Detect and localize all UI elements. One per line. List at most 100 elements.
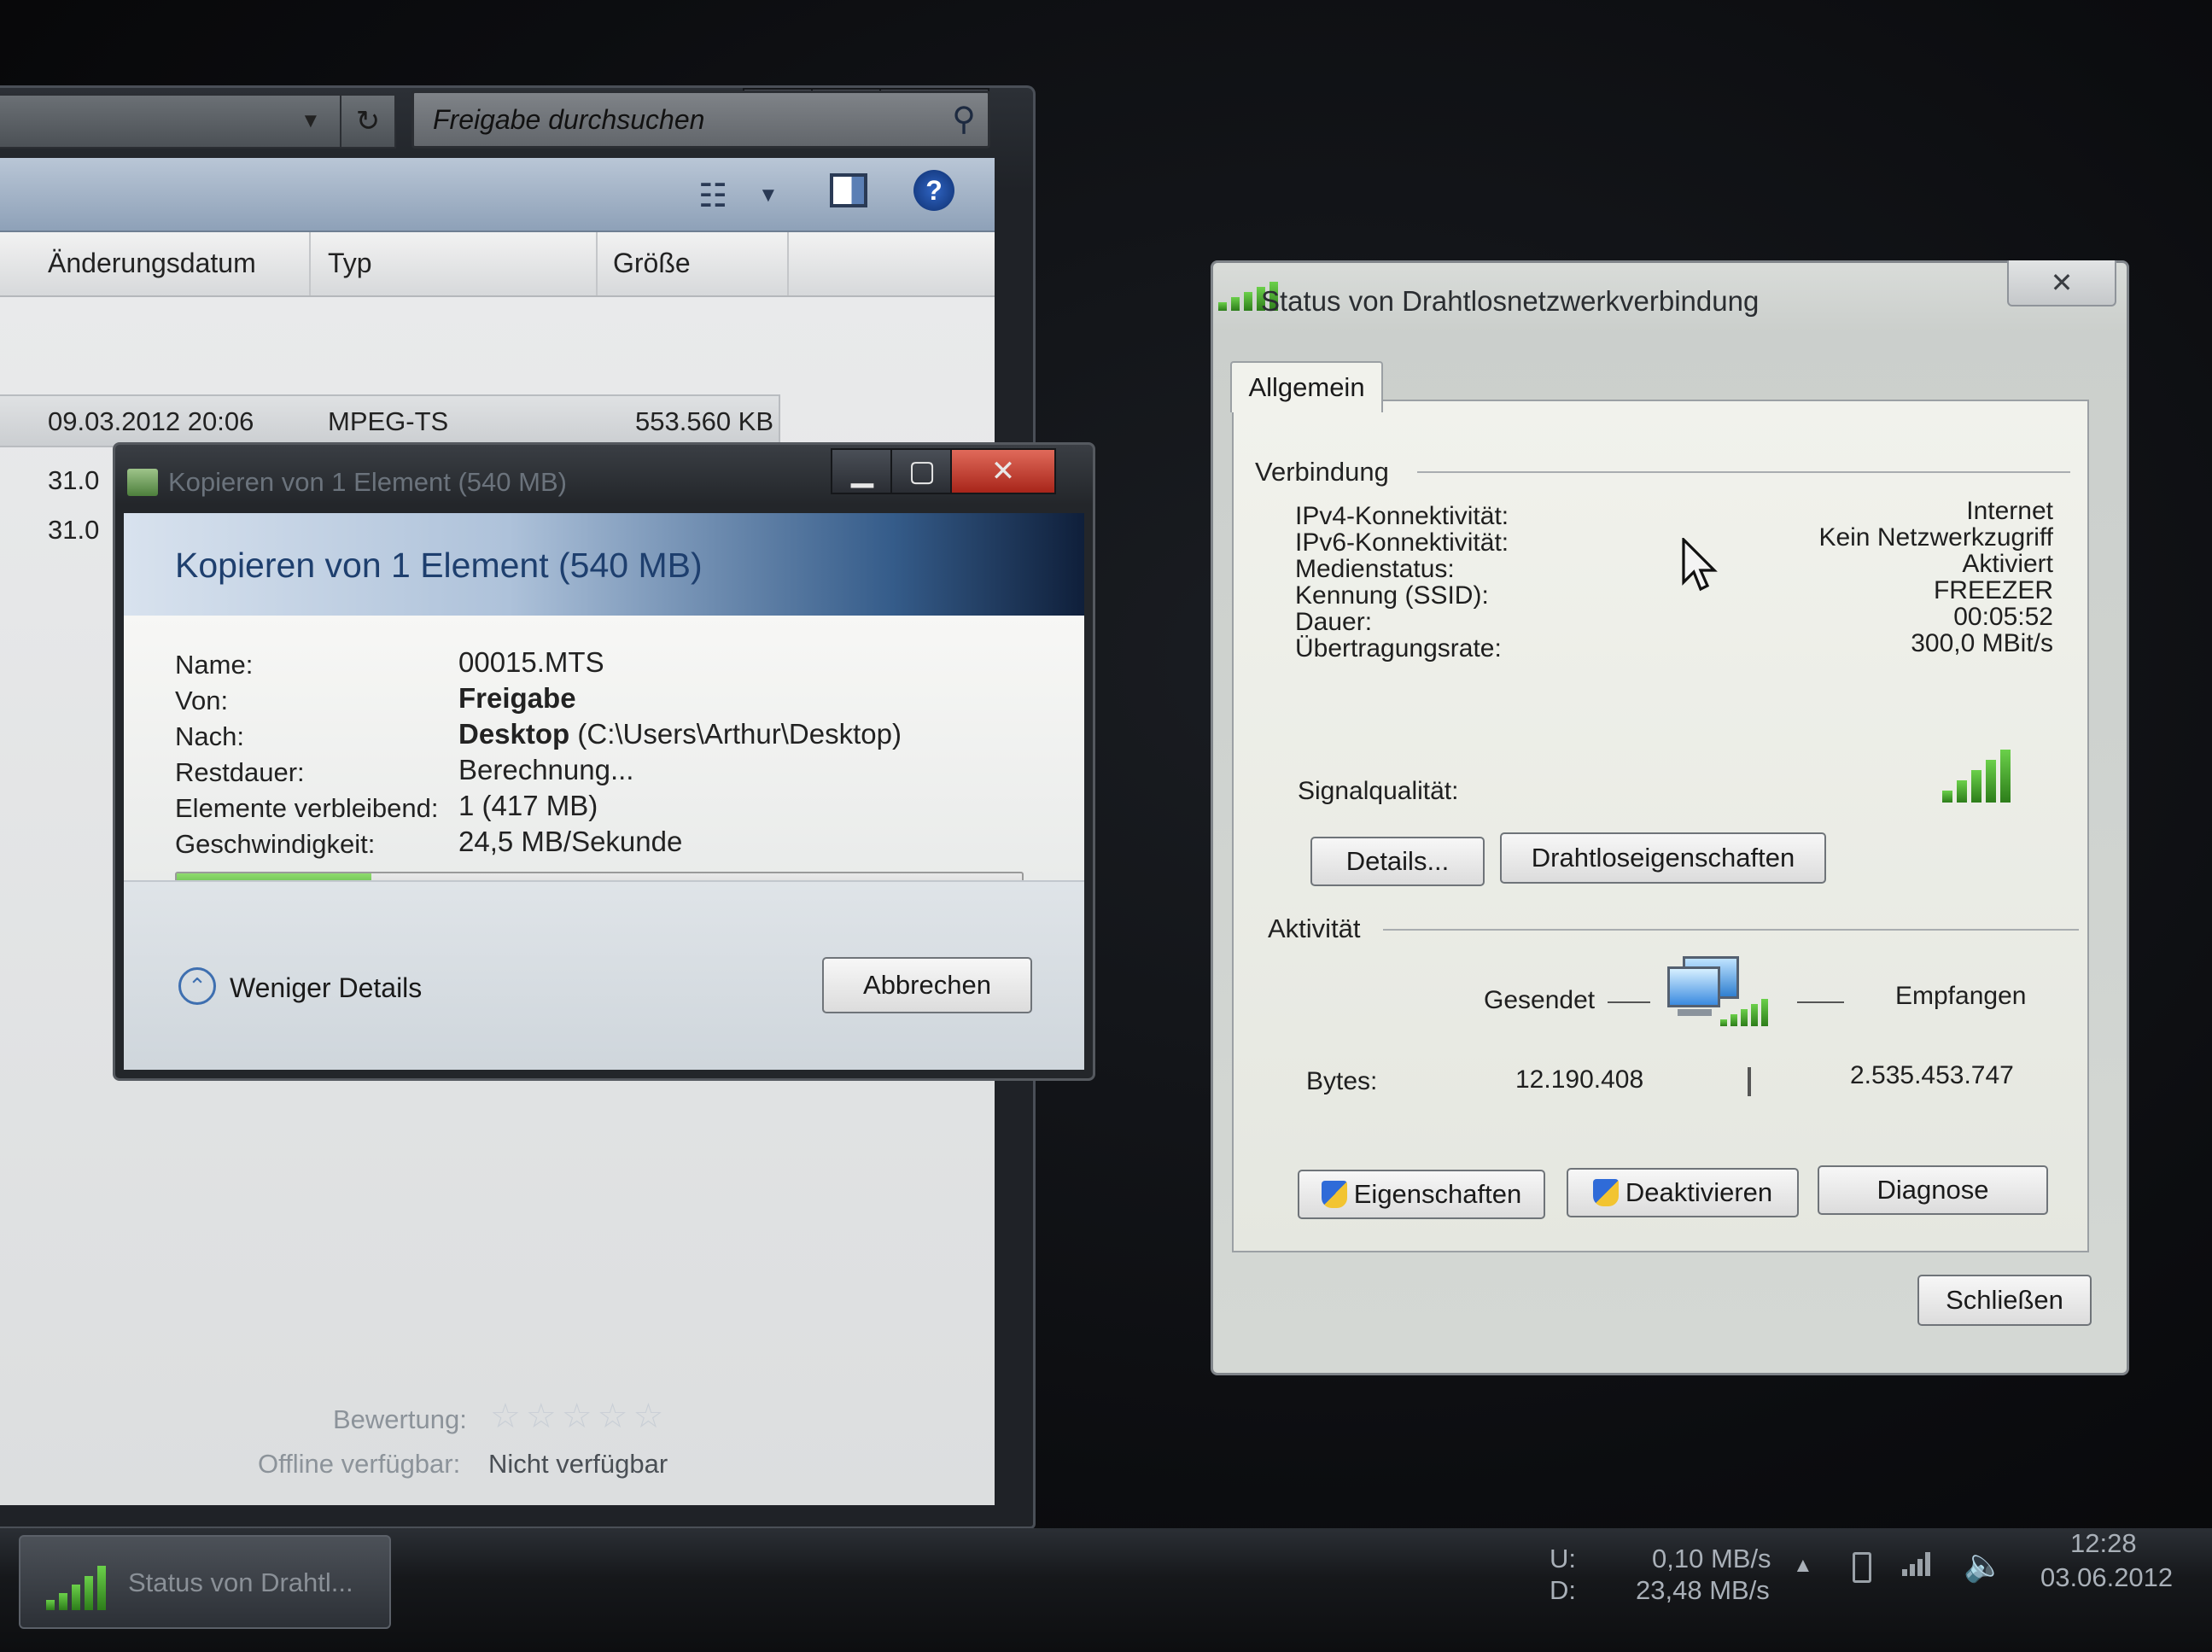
maximize-button[interactable]: ▢ [890,448,954,494]
rating-stars[interactable]: ☆ ☆ ☆ ☆ ☆ [490,1397,668,1436]
view-options-icon[interactable]: ☷ [698,177,727,215]
copy-dialog: Kopieren von 1 Element (540 MB) ▁ ▢ ✕ Ko… [113,442,1095,1081]
chevron-up-icon[interactable]: ⌃ [178,967,216,1005]
field-value: 24,5 MB/Sekunde [458,826,682,858]
chevron-down-icon[interactable]: ▼ [301,109,321,133]
table-row[interactable]: 31.0 [48,465,99,496]
column-header-size[interactable]: Größe [613,248,691,279]
row-type: MPEG-TS [328,406,449,436]
tab-general[interactable]: Allgemein [1230,361,1383,412]
preview-pane-icon[interactable] [830,173,867,207]
column-separator[interactable] [787,232,789,295]
taskbar-item-label: Status von Drahtl... [128,1567,353,1597]
copy-dialog-title: Kopieren von 1 Element (540 MB) [168,467,567,497]
upload-rate: 0,10 MB/s [1652,1544,1771,1573]
status-row-value: FREEZER [1933,576,2053,604]
wireless-properties-button[interactable]: Drahtloseigenschaften [1500,832,1826,884]
column-header-type[interactable]: Typ [328,248,372,279]
status-row-label: IPv4-Konnektivität: [1295,502,1509,530]
volume-icon[interactable]: 🔈 [1964,1547,2004,1585]
close-icon: ✕ [2050,267,2074,298]
field-value: Berechnung... [458,754,633,786]
field-value-text: Berechnung... [458,754,634,785]
status-row-value: 00:05:52 [1953,603,2053,631]
field-label: Restdauer: [175,757,305,787]
rating-star-icon[interactable]: ☆ [562,1397,592,1436]
disable-button[interactable]: Deaktivieren [1567,1168,1799,1217]
sent-label: Gesendet [1484,986,1596,1014]
column-header-row: Änderungsdatum Typ Größe [0,232,995,297]
clock-time[interactable]: 12:28 [2070,1528,2137,1559]
rating-star-icon[interactable]: ☆ [633,1397,663,1436]
column-separator[interactable] [309,232,311,295]
field-value-bold: Freigabe [458,682,576,714]
diagnose-button[interactable]: Diagnose [1818,1165,2048,1215]
minimize-button[interactable]: ▁ [831,448,894,494]
battery-icon[interactable] [1853,1552,1871,1583]
cancel-button[interactable]: Abbrechen [822,957,1032,1013]
copy-heading: Kopieren von 1 Element (540 MB) [175,546,703,585]
group-divider [1417,471,2070,473]
show-hidden-icons-icon[interactable]: ▲ [1793,1554,1813,1578]
field-value: Freigabe [458,682,576,715]
column-header-date[interactable]: Änderungsdatum [48,248,256,279]
rating-star-icon[interactable]: ☆ [490,1397,521,1436]
signal-bar [1986,760,1996,803]
rating-star-icon[interactable]: ☆ [598,1397,628,1436]
wifi-dialog-title: Status von Drahtlosnetzwerkverbindung [1261,285,1760,317]
download-rate: 23,48 MB/s [1636,1575,1770,1605]
search-input[interactable] [431,100,913,139]
shield-icon [1592,1179,1619,1206]
table-row[interactable]: 09.03.2012 20:06 MPEG-TS 553.560 KB [0,394,780,447]
received-line [1797,1001,1844,1003]
status-row-value: 300,0 MBit/s [1911,629,2053,657]
shield-icon [1321,1181,1347,1208]
properties-label: Eigenschaften [1353,1179,1522,1209]
rating-star-icon[interactable]: ☆ [526,1397,557,1436]
chevron-down-icon[interactable]: ▼ [758,184,779,207]
field-value-text: 24,5 MB/Sekunde [458,826,683,857]
rating-label: Bewertung: [333,1404,467,1434]
minimize-icon: ▁ [850,455,874,487]
received-label: Empfangen [1895,982,2027,1010]
signal-icon [46,1566,106,1610]
field-value-bold: Desktop [458,718,570,750]
column-separator[interactable] [596,232,598,295]
signal-quality-label: Signalqualität: [1298,777,1459,805]
signal-bar [1942,791,1952,803]
table-row[interactable]: 31.0 [48,515,99,546]
help-icon[interactable]: ? [913,170,954,211]
bytes-received: 2.535.453.747 [1850,1061,2014,1089]
address-bar[interactable] [0,94,394,149]
details-button[interactable]: Details... [1310,837,1485,886]
signal-bar [2000,750,2011,803]
copy-details: Name: 00015.MTS Von: Freigabe Nach: Desktop (… [124,616,1084,906]
refresh-icon: ↻ [355,105,381,137]
status-row-value: Internet [1966,497,2053,525]
field-value-text: 1 (417 MB) [458,790,598,821]
upload-label: U: [1550,1544,1576,1573]
network-icon[interactable] [1902,1552,1930,1576]
properties-button[interactable]: Eigenschaften [1298,1170,1545,1219]
field-value-text: 00015.MTS [458,646,604,678]
close-dialog-button[interactable]: Schließen [1917,1275,2092,1326]
close-icon: ✕ [990,455,1016,487]
signal-bar [1957,780,1967,803]
status-row-label: IPv6-Konnektivität: [1295,528,1509,557]
activity-group-label: Aktivität [1268,914,1361,943]
less-details-link[interactable]: Weniger Details [230,972,422,1004]
close-button[interactable]: ✕ [950,448,1056,494]
maximize-icon: ▢ [908,455,937,487]
download-label: D: [1550,1575,1576,1605]
row-date: 09.03.2012 20:06 [48,406,254,436]
search-box[interactable]: ⚲ [411,90,990,149]
taskbar-item-wifi-status[interactable]: Status von Drahtl... [19,1535,391,1629]
disable-label: Deaktivieren [1625,1177,1773,1207]
clock-date[interactable]: 03.06.2012 [2040,1562,2173,1593]
status-row-label: Übertragungsrate: [1295,634,1502,663]
refresh-button[interactable]: ↻ [340,94,396,149]
close-button[interactable]: ✕ [2007,260,2116,306]
mouse-cursor-icon [1682,538,1718,592]
signal-icon [1720,999,1768,1026]
search-icon[interactable]: ⚲ [952,100,976,138]
